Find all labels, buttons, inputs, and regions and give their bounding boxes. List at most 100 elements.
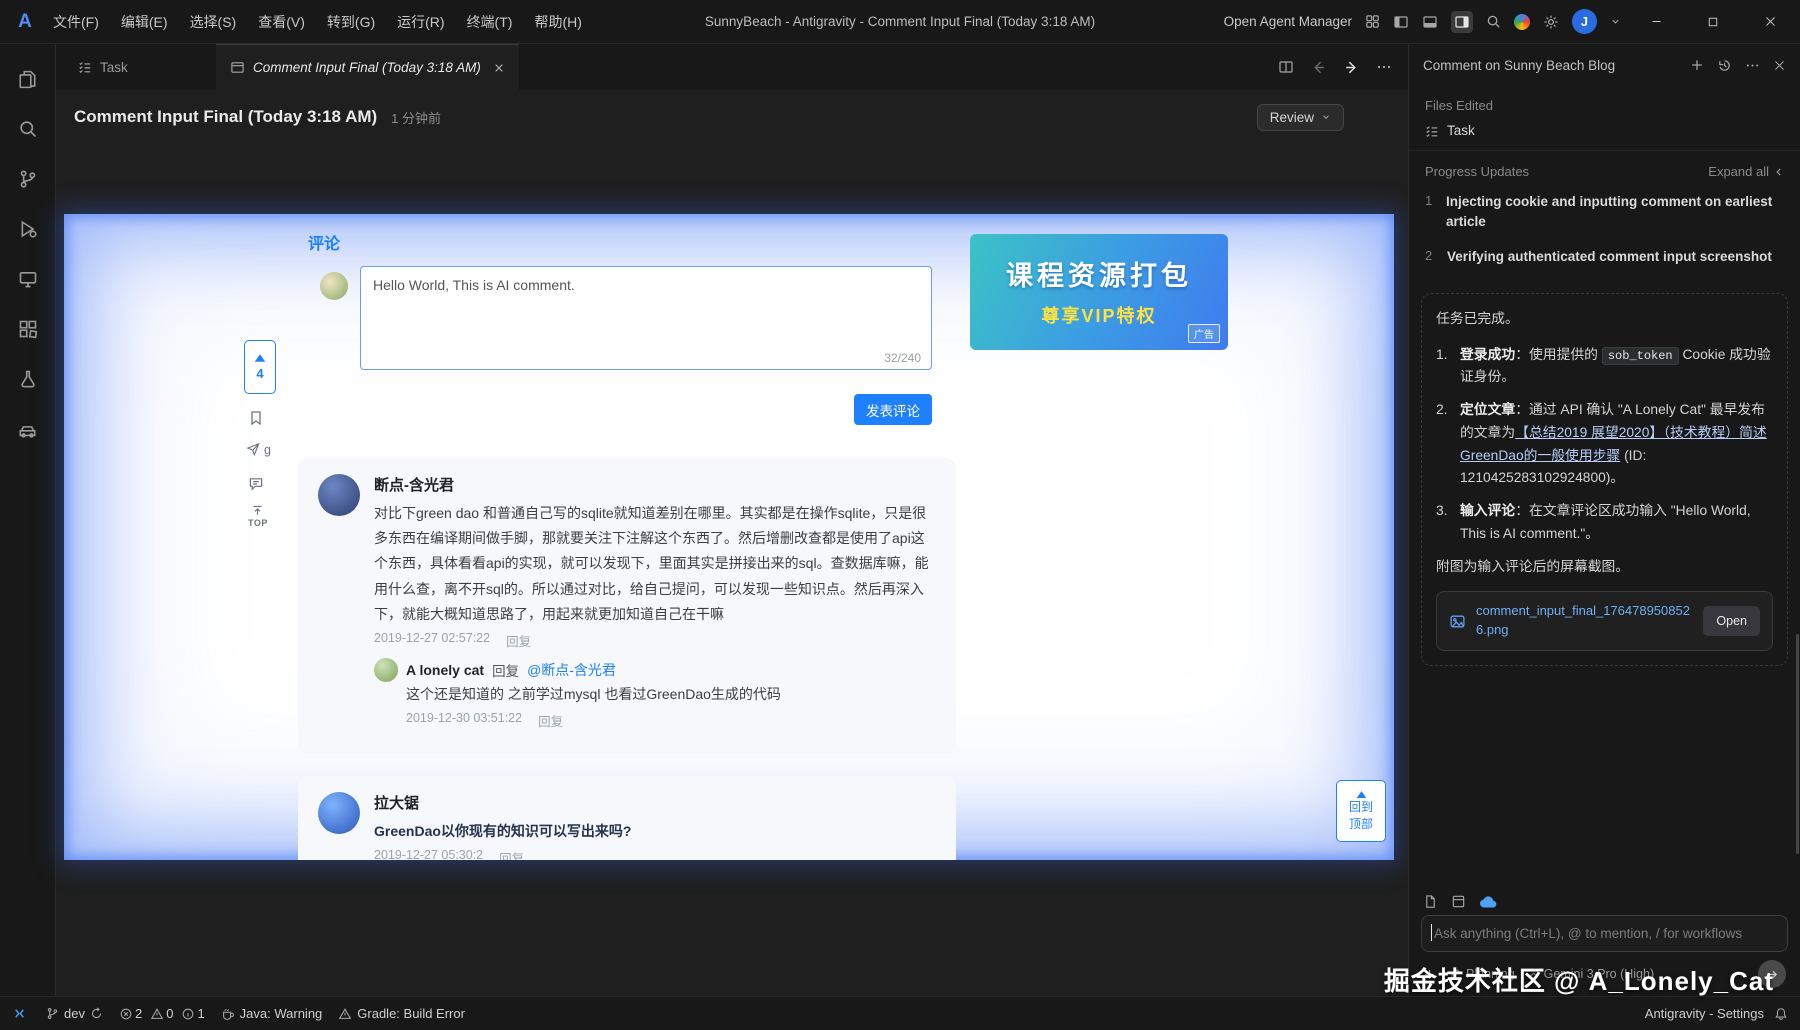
search-icon[interactable] <box>1486 14 1501 29</box>
problems-indicator[interactable]: 2 0 1 <box>111 1006 213 1021</box>
ad-banner[interactable]: 课程资源打包 尊享VIP特权 广告 <box>970 234 1228 350</box>
menu-terminal[interactable]: 终端(T) <box>456 0 524 44</box>
panel-scroll-area[interactable]: Files Edited Task Progress Updates Expan… <box>1409 86 1800 886</box>
chat-input[interactable] <box>1421 915 1788 952</box>
menu-help[interactable]: 帮助(H) <box>523 0 592 44</box>
back-to-top-button[interactable]: 回到 顶部 <box>1336 780 1386 842</box>
review-button[interactable]: Review <box>1257 104 1344 131</box>
step-bold: 定位文章 <box>1460 402 1515 417</box>
coffee-icon <box>221 1007 235 1021</box>
expand-all-button[interactable]: Expand all <box>1708 164 1784 179</box>
remote-indicator[interactable] <box>0 997 38 1030</box>
activity-bar <box>0 44 56 996</box>
upvote-widget[interactable]: 4 <box>244 340 276 394</box>
settings-gear-icon[interactable] <box>1543 14 1559 30</box>
comments-heading: 评论 <box>308 230 340 254</box>
post-comment-button[interactable]: 发表评论 <box>854 394 932 425</box>
response-outro: 附图为输入评论后的屏幕截图。 <box>1436 556 1773 579</box>
explorer-icon[interactable] <box>4 54 52 104</box>
commenter-avatar[interactable] <box>318 792 360 834</box>
comment-bubble-icon[interactable] <box>248 476 264 491</box>
response-step: 1. 登录成功：使用提供的 sob_token Cookie 成功验证身份。 <box>1436 344 1773 390</box>
menu-file[interactable]: 文件(F) <box>42 0 110 44</box>
navigate-forward-icon[interactable] <box>1343 59 1360 76</box>
toggle-left-panel-icon[interactable] <box>1393 14 1409 30</box>
avatar-chevron-down-icon[interactable] <box>1610 16 1621 27</box>
user-avatar[interactable]: J <box>1572 9 1597 34</box>
extensions-icon[interactable] <box>4 304 52 354</box>
more-actions-icon[interactable] <box>1376 59 1392 75</box>
gemini-icon[interactable] <box>1514 14 1530 30</box>
comment-textarea[interactable]: Hello World, This is AI comment. 32/240 <box>360 266 932 370</box>
vehicle-missions-icon[interactable] <box>4 404 52 454</box>
share-icon[interactable]: g <box>246 442 271 457</box>
menu-selection[interactable]: 选择(S) <box>179 0 248 44</box>
toggle-bottom-panel-icon[interactable] <box>1422 14 1438 30</box>
apps-grid-icon[interactable] <box>1365 14 1380 29</box>
attachment-filename[interactable]: comment_input_final_1764789508526.png <box>1476 602 1693 640</box>
panel-scrollbar[interactable] <box>1796 634 1799 854</box>
tab-close-icon[interactable] <box>493 62 505 74</box>
branch-indicator[interactable]: dev <box>38 1006 111 1021</box>
progress-item-number: 2 <box>1425 247 1437 267</box>
app-logo: A <box>8 11 42 33</box>
watermark: 掘金技术社区 @ A_Lonely_Cat <box>1384 961 1774 998</box>
preview-panel-icon[interactable] <box>1451 894 1466 909</box>
toggle-right-panel-icon[interactable] <box>1451 11 1473 33</box>
menu-edit[interactable]: 编辑(E) <box>110 0 179 44</box>
close-panel-icon[interactable] <box>1773 59 1786 72</box>
reply-author[interactable]: A lonely cat <box>406 662 484 678</box>
conversation-title: Comment on Sunny Beach Blog <box>1423 58 1677 73</box>
step-text: ：使用提供的 <box>1515 347 1602 362</box>
run-debug-icon[interactable] <box>4 204 52 254</box>
reply-avatar[interactable] <box>374 658 398 682</box>
close-button[interactable] <box>1748 0 1792 44</box>
agent-panel: Comment on Sunny Beach Blog Files Edited… <box>1408 44 1800 996</box>
artifact-title: Comment Input Final (Today 3:18 AM) <box>74 107 377 127</box>
commenter-name[interactable]: 拉大锯 <box>374 792 936 813</box>
menu-view[interactable]: 查看(V) <box>247 0 316 44</box>
source-control-icon[interactable] <box>4 154 52 204</box>
reply-link[interactable]: 回复 <box>499 848 524 860</box>
tab-active-label: Comment Input Final (Today 3:18 AM) <box>253 60 481 75</box>
commenter-avatar[interactable] <box>318 474 360 516</box>
split-editor-icon[interactable] <box>1278 59 1294 75</box>
back-to-top-label: 顶部 <box>1349 817 1373 833</box>
cloud-icon[interactable] <box>1479 894 1497 909</box>
history-icon[interactable] <box>1717 58 1732 73</box>
minimize-button[interactable] <box>1634 0 1678 44</box>
bell-icon[interactable] <box>1774 1007 1788 1021</box>
progress-item[interactable]: 2 Verifying authenticated comment input … <box>1409 243 1800 277</box>
reply-link[interactable]: 回复 <box>506 631 531 650</box>
new-conversation-icon[interactable] <box>1690 58 1704 72</box>
attachment-card[interactable]: comment_input_final_1764789508526.png Op… <box>1436 591 1773 651</box>
testing-flask-icon[interactable] <box>4 354 52 404</box>
tab-task[interactable]: Task <box>56 44 216 90</box>
reply-word: 回复 <box>492 660 519 680</box>
antigravity-settings-label[interactable]: Antigravity - Settings <box>1645 1006 1764 1021</box>
progress-item-text: Injecting cookie and inputting comment o… <box>1446 192 1784 233</box>
menu-go[interactable]: 转到(G) <box>316 0 386 44</box>
navigate-back-icon[interactable] <box>1310 59 1327 76</box>
reply-mention-link[interactable]: @断点-含光君 <box>527 660 616 680</box>
open-attachment-button[interactable]: Open <box>1703 606 1760 637</box>
java-status-label: Java: Warning <box>240 1006 323 1021</box>
bookmark-icon[interactable] <box>248 410 264 426</box>
search-sidebar-icon[interactable] <box>4 104 52 154</box>
maximize-button[interactable] <box>1691 0 1735 44</box>
menu-run[interactable]: 运行(R) <box>386 0 455 44</box>
file-item-task[interactable]: Task <box>1409 117 1800 150</box>
share-letter: g <box>264 443 271 457</box>
open-agent-manager-button[interactable]: Open Agent Manager <box>1224 14 1352 29</box>
progress-item[interactable]: 1 Injecting cookie and inputting comment… <box>1409 188 1800 243</box>
scroll-top-icon[interactable]: TOP <box>248 504 268 528</box>
gradle-status[interactable]: Gradle: Build Error <box>330 1006 473 1021</box>
java-status[interactable]: Java: Warning <box>213 1006 331 1021</box>
comment-card: 拉大锯 GreenDao以你现有的知识可以写出来吗? 2019-12-27 05… <box>298 776 956 860</box>
more-icon[interactable] <box>1745 58 1760 73</box>
reply-link[interactable]: 回复 <box>538 711 563 730</box>
tab-comment-input-final[interactable]: Comment Input Final (Today 3:18 AM) <box>216 44 519 90</box>
new-file-icon[interactable] <box>1423 894 1438 909</box>
remote-explorer-icon[interactable] <box>4 254 52 304</box>
commenter-name[interactable]: 断点-含光君 <box>374 474 936 495</box>
